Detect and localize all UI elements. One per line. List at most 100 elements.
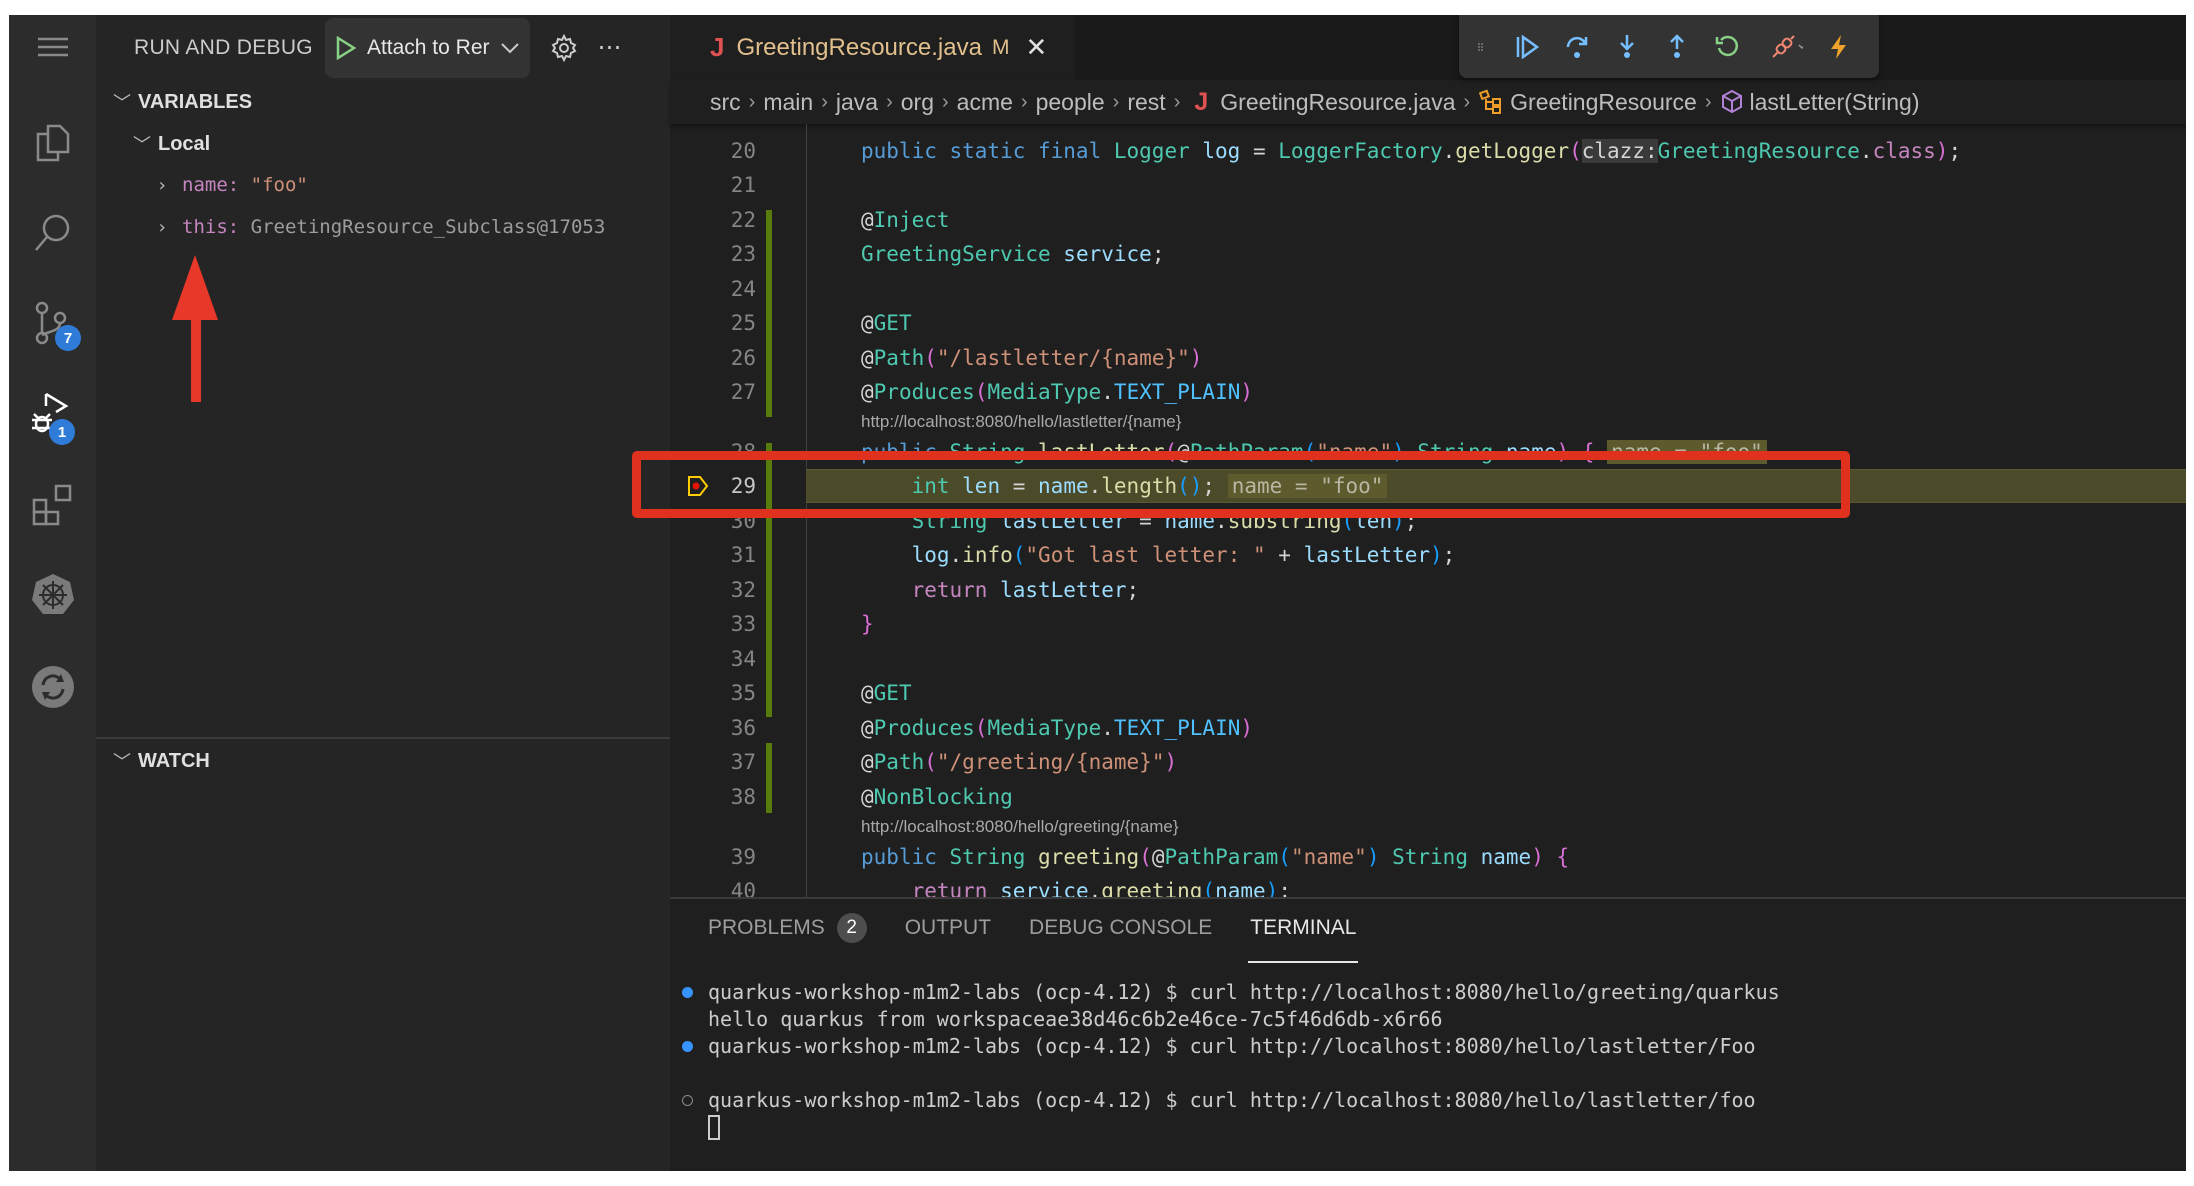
launch-config-dropdown[interactable]: Attach to Rer: [324, 17, 530, 78]
terminal-line: quarkus-workshop-m1m2-labs (ocp-4.12) $ …: [708, 1088, 1756, 1112]
code-token: "/lastletter/{name}": [936, 346, 1190, 370]
tab-output[interactable]: OUTPUT: [905, 899, 991, 957]
variable-row[interactable]: › this: GreetingResource_Subclass@17053: [150, 207, 606, 247]
tab-terminal[interactable]: TERMINAL: [1248, 899, 1359, 963]
restart-icon[interactable]: [1713, 33, 1741, 61]
line-number: 21: [730, 173, 756, 197]
kubernetes-button[interactable]: [9, 555, 96, 635]
hot-code-replace-icon[interactable]: [1825, 33, 1853, 61]
line-number: 34: [730, 647, 756, 671]
breadcrumb-item[interactable]: people: [1036, 89, 1105, 116]
breadcrumb-item[interactable]: rest: [1127, 89, 1165, 116]
code-token: GreetingService: [861, 242, 1064, 266]
sync-button[interactable]: [9, 647, 96, 727]
variable-name: this: [182, 216, 228, 238]
terminal-line: hello quarkus from workspaceae38d46c6b2e…: [708, 1007, 1443, 1031]
line-number: 40: [730, 879, 756, 897]
code-token: .: [1101, 380, 1114, 404]
command-success-icon[interactable]: [682, 1041, 693, 1052]
continue-icon[interactable]: [1513, 33, 1541, 61]
explorer-icon: [36, 124, 69, 162]
codelens-url[interactable]: http://localhost:8080/hello/lastletter/{…: [861, 409, 1181, 435]
line-number: 24: [730, 277, 756, 301]
terminal-line: quarkus-workshop-m1m2-labs (ocp-4.12) $ …: [708, 980, 1780, 1004]
codelens-url[interactable]: http://localhost:8080/hello/greeting/{na…: [861, 814, 1179, 840]
code-token: class: [1872, 139, 1936, 163]
tab-label: PROBLEMS: [708, 916, 825, 939]
step-over-icon[interactable]: [1563, 33, 1591, 61]
breadcrumb-item[interactable]: lastLetter(String): [1750, 89, 1920, 116]
code-token: (: [974, 716, 988, 740]
code-token: @: [861, 750, 874, 774]
close-tab-button[interactable]: ✕: [1025, 32, 1047, 63]
step-out-icon[interactable]: [1663, 33, 1691, 61]
line-number: 31: [730, 543, 756, 567]
chevron-right-icon: ›: [156, 216, 168, 238]
menu-button[interactable]: [9, 15, 96, 80]
code-token: @: [1151, 845, 1165, 869]
code-line: log.info("Got last letter: " + lastLette…: [861, 538, 1456, 572]
code-token: name: [1480, 845, 1532, 869]
search-icon: [34, 214, 69, 251]
java-file-icon: J: [710, 32, 725, 62]
code-token: Produces: [873, 716, 975, 740]
code-token: @: [861, 681, 874, 705]
source-control-button[interactable]: 7: [9, 283, 96, 363]
menu-icon: [37, 37, 68, 56]
breadcrumb-item[interactable]: java: [836, 89, 878, 116]
panel-tabs: PROBLEMS 2 OUTPUT DEBUG CONSOLE TERMINAL: [670, 899, 1359, 963]
sidebar-header: RUN AND DEBUG Attach to Rer ⋯: [96, 15, 670, 80]
code-line: @Path("/greeting/{name}"): [861, 745, 1177, 779]
tab-greeting-resource[interactable]: J GreetingResource.java M ✕: [670, 15, 1075, 80]
chevron-right-icon: ›: [1020, 90, 1028, 113]
chevron-right-icon: ›: [1704, 90, 1712, 113]
run-debug-button[interactable]: 1: [9, 373, 96, 453]
command-success-icon[interactable]: [682, 987, 693, 998]
chevron-right-icon: ›: [942, 90, 949, 113]
code-token: String: [949, 845, 1039, 869]
local-scope[interactable]: ﹀ Local: [130, 124, 210, 164]
search-button[interactable]: [9, 193, 96, 273]
code-token: (: [974, 380, 988, 404]
breadcrumb-item[interactable]: main: [763, 89, 813, 116]
open-launch-json-button[interactable]: [550, 33, 578, 62]
class-icon: [1478, 89, 1504, 115]
code-token: public static final: [861, 139, 1114, 163]
code-token: Path: [873, 750, 925, 774]
code-token: (: [924, 750, 937, 774]
variable-row[interactable]: › name: "foo": [150, 165, 308, 205]
breadcrumb-item[interactable]: GreetingResource.java: [1220, 89, 1455, 116]
section-divider[interactable]: [96, 737, 670, 739]
chevron-right-icon: ›: [156, 174, 168, 196]
activity-bar: 7 1: [9, 15, 96, 1171]
code-token: name: [1215, 879, 1266, 897]
disconnect-icon[interactable]: [1763, 33, 1803, 61]
code-token: (: [1139, 845, 1152, 869]
code-token: @: [861, 311, 874, 335]
code-token: .: [949, 543, 963, 567]
variable-separator: :: [227, 216, 251, 238]
variables-section-header[interactable]: ﹀ VARIABLES: [110, 82, 252, 122]
breadcrumb-item[interactable]: src: [710, 89, 741, 116]
breadcrumb-item[interactable]: GreetingResource: [1510, 89, 1697, 116]
watch-section-header[interactable]: ﹀ WATCH: [110, 741, 210, 781]
extensions-button[interactable]: [9, 465, 96, 545]
tab-problems[interactable]: PROBLEMS 2: [708, 899, 867, 957]
breadcrumb-item[interactable]: org: [901, 89, 934, 116]
line-number: 20: [730, 139, 756, 163]
breadcrumb-item[interactable]: acme: [957, 89, 1013, 116]
code-token: @: [861, 380, 874, 404]
line-number: 27: [730, 380, 756, 404]
step-into-icon[interactable]: [1613, 33, 1641, 61]
drag-handle-icon[interactable]: [1477, 33, 1491, 61]
tab-debug-console[interactable]: DEBUG CONSOLE: [1029, 899, 1212, 957]
more-actions-button[interactable]: ⋯: [598, 33, 622, 62]
explorer-button[interactable]: [9, 103, 96, 183]
command-running-icon[interactable]: [682, 1095, 693, 1106]
code-token: log: [1202, 139, 1253, 163]
modified-indicator: M: [991, 35, 1010, 59]
start-debugging-icon[interactable]: [335, 35, 357, 60]
code-token: +: [1278, 543, 1304, 567]
chevron-right-icon: ›: [1173, 90, 1181, 113]
